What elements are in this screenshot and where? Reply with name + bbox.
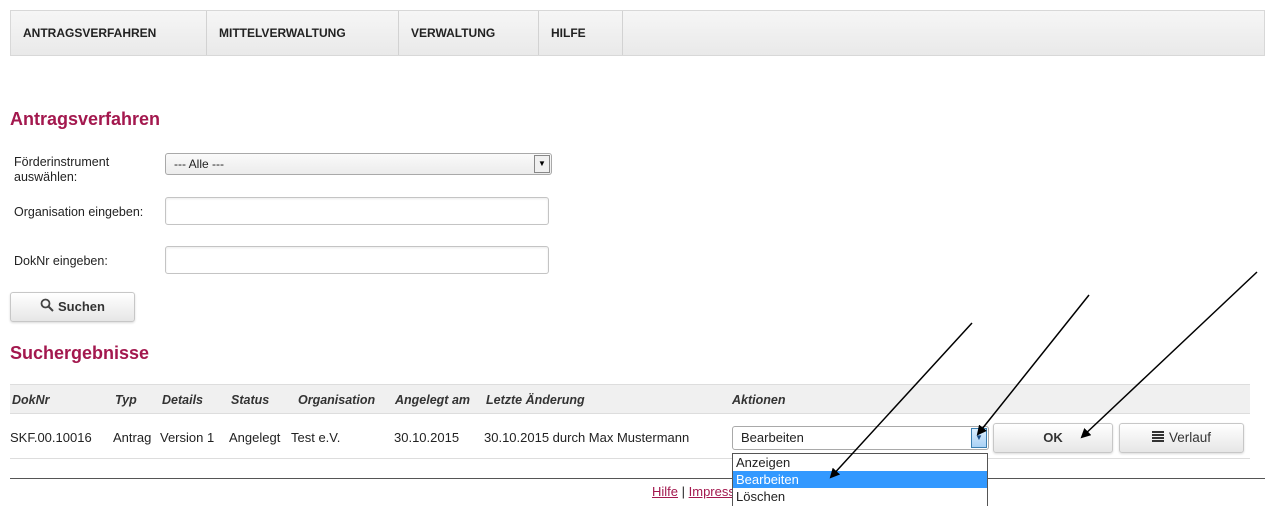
annotation-arrows	[829, 271, 1258, 479]
arrow-to-bearbeiten	[829, 322, 973, 479]
arrow-to-ok-button	[1080, 271, 1258, 439]
arrow-to-select-chevron	[976, 294, 1090, 436]
